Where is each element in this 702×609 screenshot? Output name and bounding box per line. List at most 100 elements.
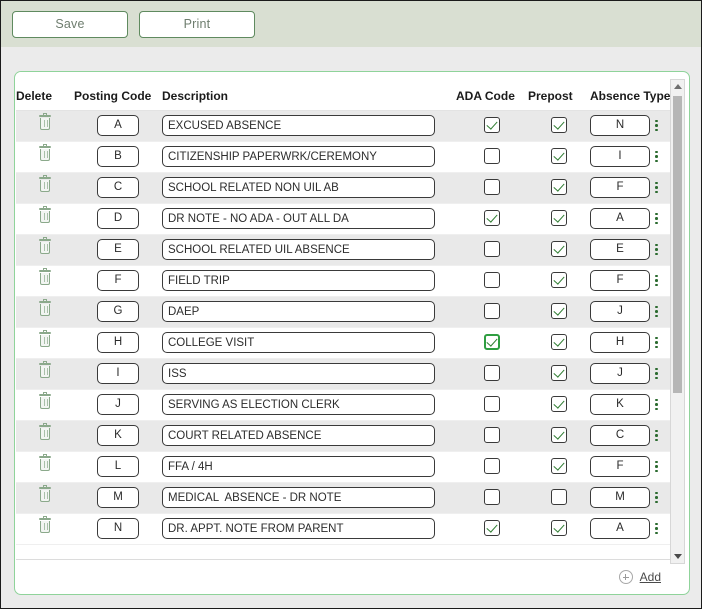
scrollbar-thumb[interactable] <box>673 96 682 393</box>
add-row-link[interactable]: Add <box>640 570 661 584</box>
trash-icon[interactable] <box>38 206 52 224</box>
trash-icon[interactable] <box>38 454 52 472</box>
posting-code-field[interactable]: K <box>97 425 139 446</box>
posting-code-field[interactable]: C <box>97 177 139 198</box>
absence-type-field[interactable]: I <box>590 146 650 167</box>
posting-code-field[interactable]: I <box>97 363 139 384</box>
trash-icon[interactable] <box>38 237 52 255</box>
posting-code-field[interactable]: A <box>97 115 139 136</box>
prepost-checkbox[interactable] <box>551 272 567 289</box>
ada-code-checkbox[interactable] <box>484 396 500 413</box>
absence-type-field[interactable]: F <box>590 456 650 477</box>
vertical-scrollbar[interactable] <box>670 79 685 564</box>
ada-code-checkbox[interactable] <box>484 489 500 506</box>
description-input[interactable] <box>162 332 435 353</box>
scroll-up-arrow[interactable] <box>671 80 684 93</box>
posting-code-field[interactable]: G <box>97 301 139 322</box>
posting-code-field[interactable]: J <box>97 394 139 415</box>
kebab-menu-icon[interactable] <box>652 242 661 258</box>
kebab-menu-icon[interactable] <box>652 490 661 506</box>
kebab-menu-icon[interactable] <box>652 211 661 227</box>
kebab-menu-icon[interactable] <box>652 366 661 382</box>
kebab-menu-icon[interactable] <box>652 335 661 351</box>
trash-icon[interactable] <box>38 144 52 162</box>
absence-type-field[interactable]: F <box>590 270 650 291</box>
prepost-checkbox[interactable] <box>551 427 567 444</box>
kebab-menu-icon[interactable] <box>652 149 661 165</box>
prepost-checkbox[interactable] <box>551 520 567 537</box>
trash-icon[interactable] <box>38 392 52 410</box>
absence-type-field[interactable]: A <box>590 208 650 229</box>
posting-code-field[interactable]: B <box>97 146 139 167</box>
description-input[interactable] <box>162 115 435 136</box>
kebab-menu-icon[interactable] <box>652 521 661 537</box>
prepost-checkbox[interactable] <box>551 365 567 382</box>
prepost-checkbox[interactable] <box>551 458 567 475</box>
description-input[interactable] <box>162 363 435 384</box>
ada-code-checkbox[interactable] <box>484 303 500 320</box>
description-input[interactable] <box>162 487 435 508</box>
prepost-checkbox[interactable] <box>551 303 567 320</box>
trash-icon[interactable] <box>38 361 52 379</box>
description-input[interactable] <box>162 208 435 229</box>
grid-scroll-region[interactable]: Delete Posting Code Description ADA Code… <box>15 72 689 562</box>
ada-code-checkbox[interactable] <box>484 210 500 227</box>
prepost-checkbox[interactable] <box>551 396 567 413</box>
prepost-checkbox[interactable] <box>551 148 567 165</box>
description-input[interactable] <box>162 146 435 167</box>
prepost-checkbox[interactable] <box>551 241 567 258</box>
prepost-checkbox[interactable] <box>551 179 567 196</box>
ada-code-checkbox[interactable] <box>484 241 500 258</box>
kebab-menu-icon[interactable] <box>652 397 661 413</box>
ada-code-checkbox[interactable] <box>484 427 500 444</box>
trash-icon[interactable] <box>38 299 52 317</box>
trash-icon[interactable] <box>38 485 52 503</box>
trash-icon[interactable] <box>38 516 52 534</box>
posting-code-field[interactable]: H <box>97 332 139 353</box>
ada-code-checkbox[interactable] <box>484 148 500 165</box>
description-input[interactable] <box>162 270 435 291</box>
description-input[interactable] <box>162 177 435 198</box>
kebab-menu-icon[interactable] <box>652 428 661 444</box>
ada-code-checkbox[interactable] <box>484 117 500 134</box>
prepost-checkbox[interactable] <box>551 489 567 506</box>
description-input[interactable] <box>162 239 435 260</box>
kebab-menu-icon[interactable] <box>652 273 661 289</box>
prepost-checkbox[interactable] <box>551 210 567 227</box>
absence-type-field[interactable]: F <box>590 177 650 198</box>
absence-type-field[interactable]: E <box>590 239 650 260</box>
ada-code-checkbox[interactable] <box>484 272 500 289</box>
ada-code-checkbox[interactable] <box>484 365 500 382</box>
absence-type-field[interactable]: M <box>590 487 650 508</box>
kebab-menu-icon[interactable] <box>652 459 661 475</box>
kebab-menu-icon[interactable] <box>652 304 661 320</box>
prepost-checkbox[interactable] <box>551 334 567 351</box>
scroll-down-arrow[interactable] <box>671 550 684 563</box>
ada-code-checkbox[interactable] <box>484 520 500 537</box>
absence-type-field[interactable]: H <box>590 332 650 353</box>
posting-code-field[interactable]: L <box>97 456 139 477</box>
ada-code-checkbox[interactable] <box>484 458 500 475</box>
prepost-checkbox[interactable] <box>551 117 567 134</box>
absence-type-field[interactable]: J <box>590 301 650 322</box>
posting-code-field[interactable]: E <box>97 239 139 260</box>
posting-code-field[interactable]: N <box>97 518 139 539</box>
trash-icon[interactable] <box>38 330 52 348</box>
print-button[interactable]: Print <box>139 10 255 38</box>
kebab-menu-icon[interactable] <box>652 118 661 134</box>
posting-code-field[interactable]: F <box>97 270 139 291</box>
trash-icon[interactable] <box>38 268 52 286</box>
description-input[interactable] <box>162 456 435 477</box>
ada-code-checkbox[interactable] <box>484 334 500 351</box>
posting-code-field[interactable]: M <box>97 487 139 508</box>
save-button[interactable]: Save <box>12 10 128 38</box>
description-input[interactable] <box>162 425 435 446</box>
kebab-menu-icon[interactable] <box>652 180 661 196</box>
plus-circle-icon[interactable] <box>618 570 633 584</box>
absence-type-field[interactable]: J <box>590 363 650 384</box>
posting-code-field[interactable]: D <box>97 208 139 229</box>
absence-type-field[interactable]: A <box>590 518 650 539</box>
trash-icon[interactable] <box>38 113 52 131</box>
trash-icon[interactable] <box>38 423 52 441</box>
absence-type-field[interactable]: K <box>590 394 650 415</box>
